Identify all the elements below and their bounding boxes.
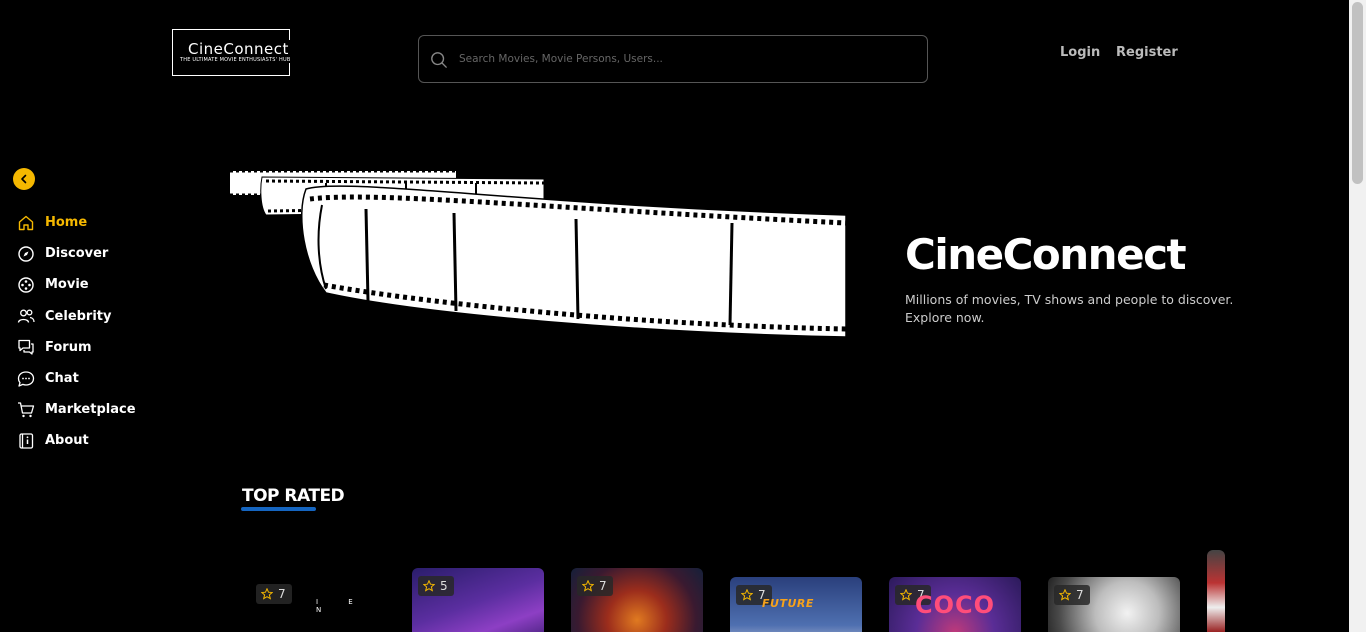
movie-card[interactable]: 5 <box>412 568 544 632</box>
star-icon <box>261 588 273 600</box>
sidebar-item-home[interactable]: Home <box>17 207 136 238</box>
movie-card[interactable]: 7 I E N <box>250 576 382 632</box>
star-icon <box>900 589 912 601</box>
star-icon <box>582 580 594 592</box>
poster-title: FUTURE <box>762 597 814 610</box>
rating-value: 7 <box>278 587 286 601</box>
chevron-left-icon <box>21 174 27 184</box>
poster-title: I E N <box>316 598 367 614</box>
star-icon <box>1059 589 1071 601</box>
star-icon <box>423 580 435 592</box>
sidebar-item-discover[interactable]: Discover <box>17 238 136 269</box>
login-link[interactable]: Login <box>1060 45 1100 60</box>
sidebar-item-marketplace[interactable]: Marketplace <box>17 394 136 425</box>
compass-icon <box>17 245 35 263</box>
sidebar-item-movie[interactable]: Movie <box>17 269 136 300</box>
movie-card[interactable]: 7 COCO <box>889 577 1021 632</box>
info-book-icon <box>17 432 35 450</box>
sidebar-item-celebrity[interactable]: Celebrity <box>17 301 136 332</box>
users-icon <box>17 307 35 325</box>
sidebar-item-label: About <box>45 433 89 449</box>
film-strip-illustration <box>230 169 847 338</box>
sidebar-item-label: Movie <box>45 277 89 293</box>
page-scrollbar[interactable] <box>1349 0 1366 632</box>
film-reel-icon <box>17 276 35 294</box>
star-icon <box>741 589 753 601</box>
rating-badge: 5 <box>418 576 454 596</box>
logo-name: CineConnect <box>186 40 291 58</box>
register-link[interactable]: Register <box>1116 45 1178 60</box>
hero-title: CineConnect <box>905 230 1187 279</box>
sidebar-item-label: Marketplace <box>45 402 136 418</box>
rating-value: 5 <box>440 579 448 593</box>
section-underline <box>241 507 316 511</box>
rating-badge: 7 <box>577 576 613 596</box>
rating-value: 7 <box>1076 588 1084 602</box>
sidebar-item-chat[interactable]: Chat <box>17 363 136 394</box>
site-logo[interactable]: CineConnect THE ULTIMATE MOVIE ENTHUSIAS… <box>172 29 297 76</box>
movie-card-partial[interactable] <box>1207 550 1225 632</box>
cart-icon <box>17 401 35 419</box>
home-icon <box>17 214 35 232</box>
search-bar <box>418 35 928 83</box>
sidebar-item-label: Chat <box>45 371 79 387</box>
hero-subtitle: Millions of movies, TV shows and people … <box>905 292 1234 325</box>
sidebar-item-label: Celebrity <box>45 308 112 324</box>
movie-card[interactable]: 7 <box>571 568 703 632</box>
sidebar-collapse-button[interactable] <box>13 168 35 190</box>
poster-title: COCO <box>915 591 996 619</box>
chat-icon <box>17 370 35 388</box>
section-title-top-rated: TOP RATED <box>242 486 345 506</box>
sidebar-item-forum[interactable]: Forum <box>17 332 136 363</box>
movie-card[interactable]: 7 <box>1048 577 1180 632</box>
rating-value: 7 <box>599 579 607 593</box>
rating-badge: 7 <box>256 584 292 604</box>
scrollbar-thumb[interactable] <box>1352 2 1363 184</box>
sidebar-item-about[interactable]: About <box>17 425 136 456</box>
logo-tagline: THE ULTIMATE MOVIE ENTHUSIASTS' HUB <box>178 57 293 63</box>
search-input[interactable] <box>459 36 919 82</box>
sidebar-item-label: Discover <box>45 246 109 262</box>
movie-card[interactable]: 7 FUTURE <box>730 577 862 632</box>
forum-icon <box>17 338 35 356</box>
search-icon <box>431 52 447 68</box>
sidebar-nav: Home Discover Movie Celebrity Forum Chat <box>17 207 136 457</box>
rating-badge: 7 <box>1054 585 1090 605</box>
sidebar-item-label: Home <box>45 215 88 231</box>
sidebar-item-label: Forum <box>45 339 92 355</box>
